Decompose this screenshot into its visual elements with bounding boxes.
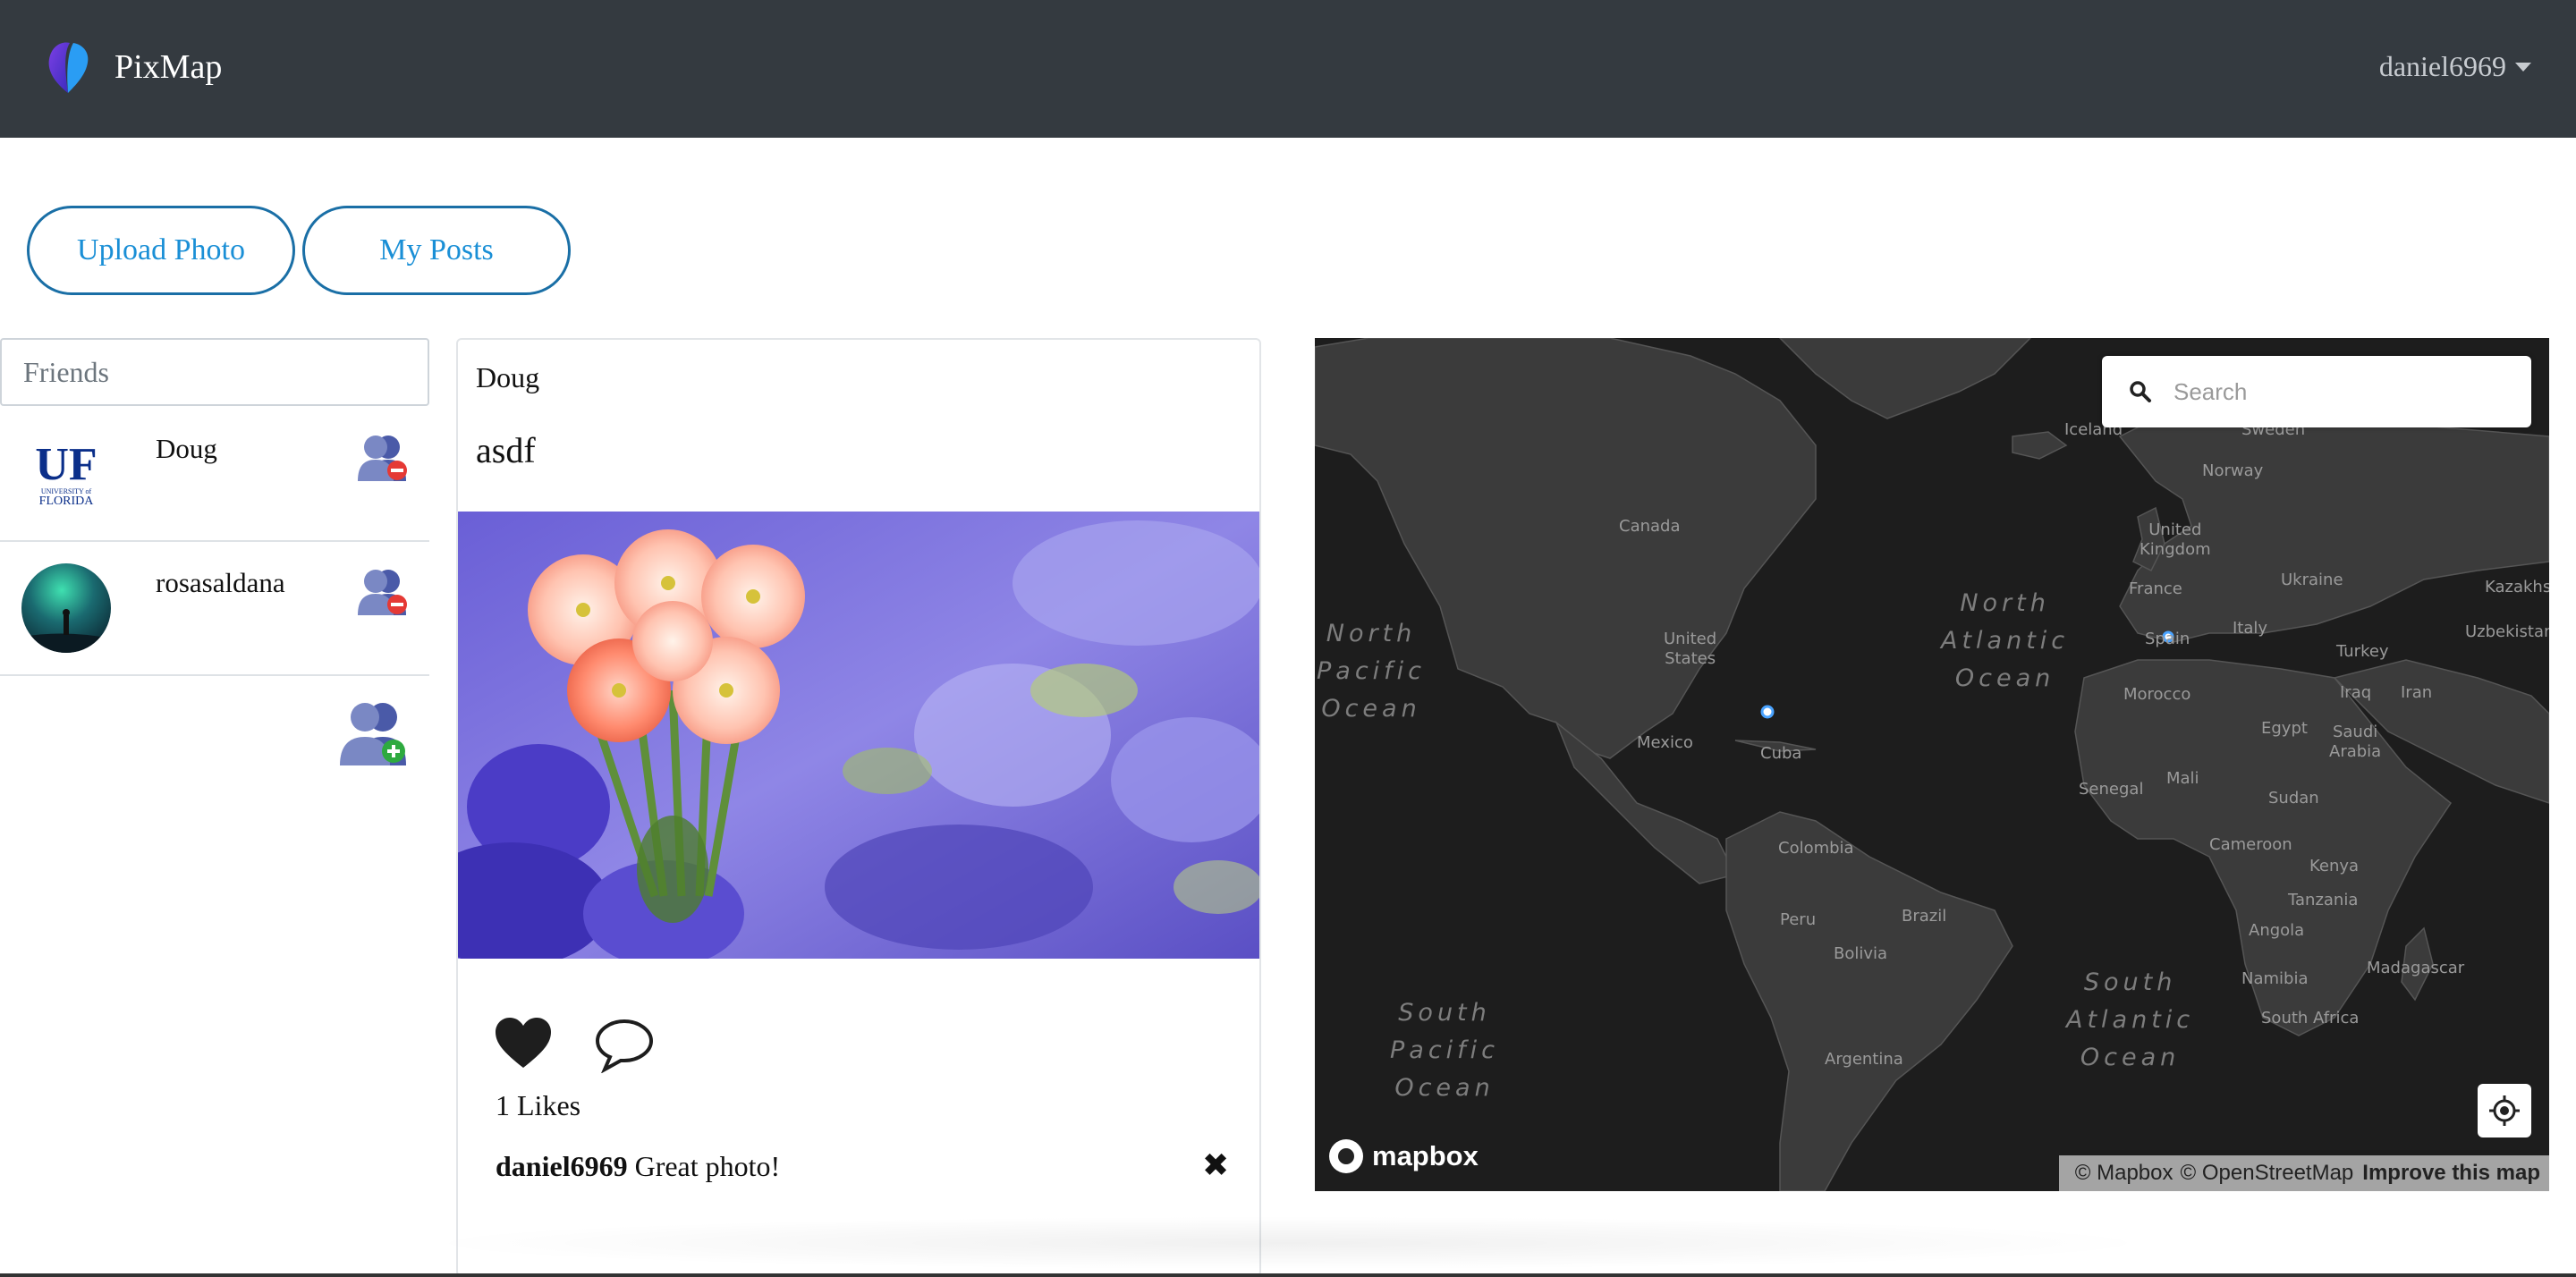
geolocate-button[interactable] bbox=[2478, 1084, 2531, 1137]
heart-icon[interactable] bbox=[494, 1016, 553, 1071]
speech-bubble-icon[interactable] bbox=[594, 1016, 655, 1073]
friend-name: Doug bbox=[156, 433, 217, 464]
search-input[interactable] bbox=[2174, 377, 2513, 406]
post-author[interactable]: Doug bbox=[476, 361, 539, 394]
mapbox-logo-text: mapbox bbox=[1372, 1140, 1479, 1171]
country-label: United Kingdom bbox=[2140, 520, 2211, 559]
ocean-label: North Pacific Ocean bbox=[1317, 620, 1427, 723]
country-label: Argentina bbox=[1825, 1050, 1903, 1069]
country-label: Sudan bbox=[2268, 789, 2319, 808]
user-menu[interactable]: daniel6969 bbox=[2379, 50, 2531, 83]
upload-photo-button[interactable]: Upload Photo bbox=[27, 206, 295, 295]
navbar: PixMap daniel6969 bbox=[0, 0, 2576, 138]
remove-friend-icon[interactable] bbox=[352, 563, 410, 621]
friend-name: rosasaldana bbox=[156, 567, 285, 598]
close-icon[interactable]: ✖ bbox=[1202, 1148, 1229, 1184]
country-label: Morocco bbox=[2123, 685, 2191, 704]
country-label: Peru bbox=[1780, 910, 1817, 929]
uf-logo-avatar: UF UNIVERSITY of FLORIDA bbox=[21, 429, 111, 519]
country-label: Turkey bbox=[2336, 642, 2389, 661]
country-label: United States bbox=[1664, 630, 1717, 668]
my-posts-button[interactable]: My Posts bbox=[302, 206, 571, 295]
country-label: Iraq bbox=[2340, 683, 2372, 702]
country-label: Spain bbox=[2145, 630, 2190, 648]
bottom-border bbox=[0, 1273, 2576, 1277]
map-attribution: © Mapbox © OpenStreetMap Improve this ma… bbox=[2058, 1155, 2549, 1191]
brand[interactable]: PixMap bbox=[45, 39, 222, 95]
remove-friend-icon[interactable] bbox=[352, 429, 410, 486]
geolocate-icon bbox=[2489, 1095, 2520, 1126]
comment-text: Great photo! bbox=[627, 1150, 781, 1182]
country-label: Kazakhs bbox=[2485, 578, 2549, 596]
footer-shadow bbox=[411, 1216, 2165, 1270]
country-label: Mali bbox=[2166, 769, 2199, 788]
friend-row[interactable]: rosasaldana bbox=[0, 542, 429, 676]
country-label: South Africa bbox=[2261, 1009, 2360, 1028]
add-friend-icon[interactable] bbox=[335, 698, 410, 769]
map-land bbox=[1315, 338, 2549, 1191]
country-label: Ukraine bbox=[2281, 571, 2343, 589]
world-map[interactable]: North Pacific Ocean North Atlantic Ocean… bbox=[1315, 338, 2549, 1191]
country-label: Cameroon bbox=[2209, 835, 2292, 854]
mapbox-attribution-link[interactable]: © Mapbox bbox=[2075, 1161, 2174, 1186]
country-label: France bbox=[2129, 579, 2182, 598]
map-search[interactable] bbox=[2102, 356, 2531, 427]
ocean-label: South Pacific Ocean bbox=[1390, 999, 1500, 1102]
country-label: Colombia bbox=[1778, 839, 1854, 858]
country-label: Bolivia bbox=[1834, 944, 1888, 963]
ocean-label: South Atlantic Ocean bbox=[2066, 968, 2195, 1071]
comment: daniel6969 Great photo! bbox=[496, 1150, 780, 1183]
friend-row[interactable]: UF UNIVERSITY of FLORIDA Doug bbox=[0, 408, 429, 542]
mapbox-logo[interactable]: mapbox bbox=[1329, 1139, 1479, 1173]
svg-text:FLORIDA: FLORIDA bbox=[39, 495, 95, 508]
country-label: Mexico bbox=[1637, 733, 1693, 752]
country-label: Kenya bbox=[2309, 857, 2360, 875]
primrose-flowers-photo[interactable] bbox=[458, 512, 1259, 959]
improve-map-link[interactable]: Improve this map bbox=[2362, 1161, 2540, 1186]
ocean-label: North Atlantic Ocean bbox=[1941, 589, 2070, 692]
country-label: Senegal bbox=[2079, 780, 2144, 799]
brand-name: PixMap bbox=[114, 48, 223, 86]
country-label: Madagascar bbox=[2367, 959, 2465, 977]
post-caption: asdf bbox=[476, 430, 536, 470]
country-label: Namibia bbox=[2241, 969, 2309, 988]
country-label: Egypt bbox=[2261, 719, 2308, 738]
svg-text:UF: UF bbox=[35, 439, 97, 490]
comment-user[interactable]: daniel6969 bbox=[496, 1150, 628, 1182]
mapbox-logo-icon bbox=[1329, 1139, 1363, 1173]
aurora-avatar bbox=[21, 563, 111, 653]
username: daniel6969 bbox=[2378, 50, 2506, 82]
country-label: Saudi Arabia bbox=[2329, 723, 2382, 761]
country-label: Tanzania bbox=[2288, 891, 2359, 909]
caret-down-icon bbox=[2515, 62, 2531, 72]
country-label: Uzbekistan bbox=[2465, 622, 2549, 641]
country-label: Angola bbox=[2249, 921, 2305, 940]
country-label: Brazil bbox=[1902, 907, 1947, 926]
country-label: Italy bbox=[2233, 619, 2268, 638]
friends-header: Friends bbox=[0, 338, 429, 406]
search-icon bbox=[2130, 381, 2151, 402]
country-label: Iran bbox=[2401, 683, 2433, 702]
country-label: Norway bbox=[2202, 461, 2264, 480]
country-label: Cuba bbox=[1760, 744, 1802, 763]
post-card: Doug asdf 1 Likes daniel6969 Great photo… bbox=[456, 338, 1261, 1277]
country-label: Canada bbox=[1619, 517, 1681, 536]
pixmap-logo-icon bbox=[48, 42, 89, 93]
likes-count: 1 Likes bbox=[496, 1089, 581, 1121]
osm-attribution-link[interactable]: © OpenStreetMap bbox=[2181, 1161, 2354, 1186]
